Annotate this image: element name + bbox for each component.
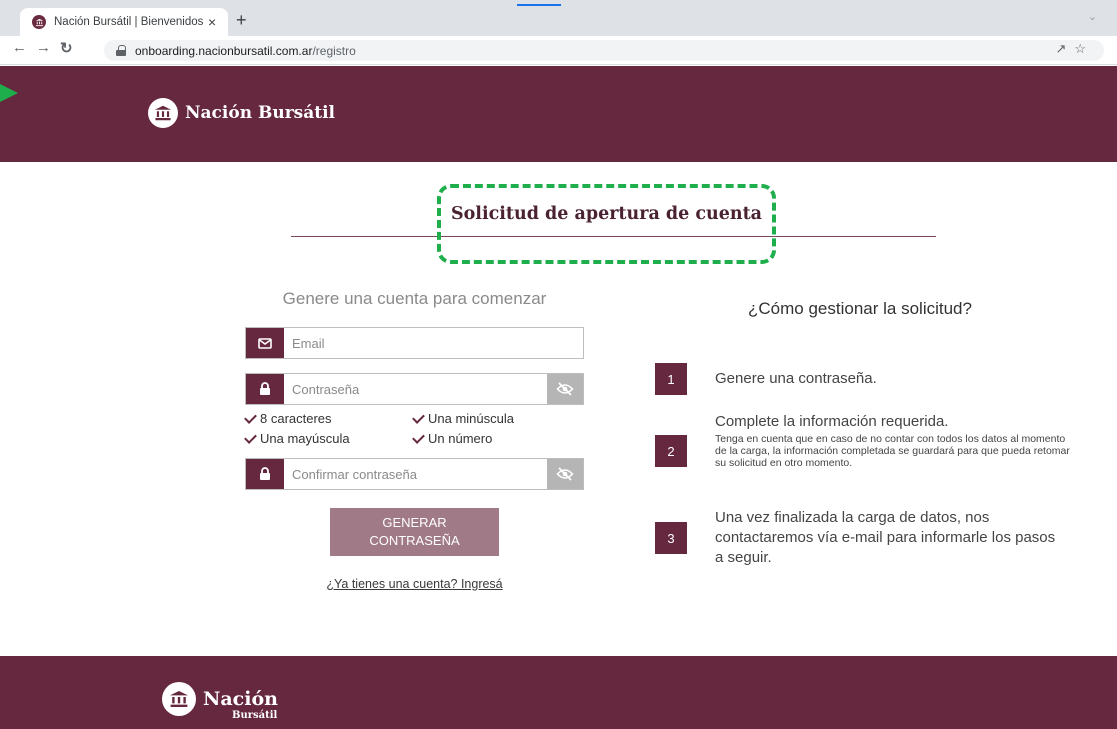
generate-password-button[interactable]: GENERAR CONTRASEÑA xyxy=(330,508,499,556)
forward-arrow-icon[interactable]: → xyxy=(36,39,51,56)
login-link[interactable]: ¿Ya tienes una cuenta? Ingresá xyxy=(245,577,584,591)
browser-tab-bar: Nación Bursátil | Bienvenidos × + ⌄ xyxy=(0,0,1117,36)
address-bar[interactable]: onboarding.nacionbursatil.com.ar/registr… xyxy=(104,40,1104,61)
url-text: onboarding.nacionbursatil.com.ar/registr… xyxy=(135,43,356,58)
header-logo[interactable]: Nación Bursátil xyxy=(148,98,335,128)
site-header: Nación Bursátil xyxy=(0,66,1117,162)
bank-favicon-icon xyxy=(32,15,46,29)
tab-search-chevron-icon[interactable]: ⌄ xyxy=(1088,10,1097,23)
password-group xyxy=(245,373,584,405)
confirm-password-group xyxy=(245,458,584,490)
step-1-text: Genere una contraseña. xyxy=(715,370,877,387)
step-number-1: 1 xyxy=(655,363,687,395)
header-brand-name: Nación Bursátil xyxy=(185,103,336,123)
email-group xyxy=(245,327,584,359)
footer-brand-subtitle: Bursátil xyxy=(232,710,278,721)
bank-logo-icon xyxy=(162,682,196,716)
site-footer: Nación xyxy=(0,656,1117,729)
padlock-icon xyxy=(246,374,284,404)
step-number-2: 2 xyxy=(655,435,687,467)
footer-brand-name: Nación xyxy=(203,688,278,710)
share-and-bookmark-icons[interactable]: ↗☆ xyxy=(1055,41,1094,57)
check-icon xyxy=(412,430,425,444)
bank-logo-icon xyxy=(148,98,178,128)
padlock-icon xyxy=(246,459,284,489)
check-icon xyxy=(244,430,257,444)
requirement-number: Un número xyxy=(412,430,492,446)
tab-close-icon[interactable]: × xyxy=(208,14,216,30)
envelope-icon xyxy=(246,328,284,358)
form-heading: Genere una cuenta para comenzar xyxy=(282,289,547,308)
lock-icon xyxy=(116,45,126,56)
requirement-lowercase: Una minúscula xyxy=(412,410,514,426)
step-2-note: Tenga en cuenta que en caso de no contar… xyxy=(715,433,1070,469)
check-icon xyxy=(244,410,257,424)
annotation-arrow xyxy=(0,84,18,102)
browser-toolbar: ← → ↻ onboarding.nacionbursatil.com.ar/r… xyxy=(0,36,1117,65)
email-field[interactable] xyxy=(284,328,583,358)
annotation-highlight-box xyxy=(437,184,776,264)
step-3-text: Una vez finalizada la carga de datos, no… xyxy=(715,509,1056,566)
browser-tab[interactable]: Nación Bursátil | Bienvenidos × xyxy=(20,8,228,36)
requirement-length: 8 caracteres xyxy=(244,410,332,426)
loading-indicator xyxy=(517,4,561,6)
tab-title: Nación Bursátil | Bienvenidos xyxy=(54,16,204,28)
check-icon xyxy=(412,410,425,424)
eye-slash-icon[interactable] xyxy=(547,459,583,489)
password-field[interactable] xyxy=(284,374,547,404)
requirement-uppercase: Una mayúscula xyxy=(244,430,350,446)
new-tab-button[interactable]: + xyxy=(236,10,247,31)
confirm-password-field[interactable] xyxy=(284,459,547,489)
step-2-text: Complete la información requerida. Tenga… xyxy=(715,412,1075,469)
reload-icon[interactable]: ↻ xyxy=(60,39,73,57)
step-number-3: 3 xyxy=(655,522,687,554)
eye-slash-icon[interactable] xyxy=(547,374,583,404)
steps-heading: ¿Cómo gestionar la solicitud? xyxy=(748,299,972,318)
back-arrow-icon[interactable]: ← xyxy=(12,39,27,56)
